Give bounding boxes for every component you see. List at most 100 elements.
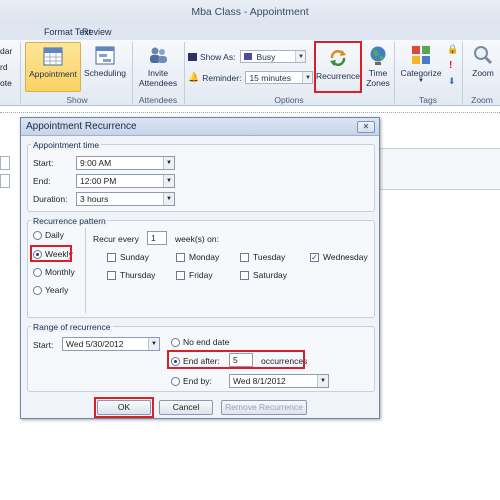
background-field-2 — [0, 174, 10, 188]
high-importance-icon[interactable]: ! — [449, 60, 452, 71]
checkmark-icon: ✓ — [310, 252, 319, 262]
chevron-down-icon: ▼ — [302, 72, 313, 83]
close-button[interactable]: ✕ — [357, 121, 375, 133]
low-importance-icon[interactable]: ⬇ — [448, 76, 456, 87]
daily-radio[interactable]: Daily — [33, 230, 64, 240]
range-start-value: Wed 5/30/2012 — [66, 339, 124, 349]
yearly-label: Yearly — [45, 285, 69, 295]
appointment-button[interactable]: Appointment — [25, 42, 81, 92]
saturday-checkbox[interactable]: Saturday — [240, 270, 287, 280]
range-start-label: Start: — [33, 340, 54, 350]
cancel-label: Cancel — [172, 402, 200, 412]
categorize-icon — [412, 46, 430, 64]
options-group-label: Options — [274, 95, 304, 105]
monday-checkbox[interactable]: Monday — [176, 252, 219, 262]
tags-group-label: Tags — [419, 95, 437, 105]
invite-label-line1: Invite — [147, 68, 169, 78]
dialog-title-bar: Appointment Recurrence ✕ — [21, 118, 379, 136]
end-by-dropdown[interactable]: Wed 8/1/2012 ▼ — [229, 374, 329, 388]
radio-dot — [33, 285, 42, 295]
reminder-value: 15 minutes — [249, 72, 292, 83]
scheduling-icon — [95, 46, 115, 65]
time-zones-line2: Zones — [366, 78, 390, 88]
range-of-recurrence-label: Range of recurrence — [31, 322, 113, 332]
group-separator — [184, 42, 185, 104]
window-title: Mba Class - Appointment — [191, 6, 309, 18]
zoom-label: Zoom — [472, 68, 494, 78]
invite-label-line2: Attendees — [138, 78, 178, 88]
show-as-row: Show As: Busy ▼ — [188, 50, 307, 63]
monthly-label: Monthly — [45, 267, 75, 277]
sunday-label: Sunday — [120, 252, 149, 262]
background-form-bar — [380, 148, 500, 190]
wednesday-checkbox[interactable]: ✓ Wednesday — [310, 252, 368, 262]
scheduling-button[interactable]: Scheduling — [82, 42, 128, 92]
recurrence-pattern-label: Recurrence pattern — [31, 216, 108, 226]
window-title-bar: Mba Class - Appointment — [0, 0, 500, 24]
tuesday-label: Tuesday — [253, 252, 286, 262]
no-end-date-label: No end date — [183, 337, 230, 347]
start-time-value: 9:00 AM — [80, 158, 112, 168]
start-time-dropdown[interactable]: 9:00 AM ▼ — [76, 156, 175, 170]
cancel-button[interactable]: Cancel — [159, 400, 213, 415]
end-time-dropdown[interactable]: 12:00 PM ▼ — [76, 174, 175, 188]
zoom-button[interactable]: Zoom — [468, 42, 498, 92]
tuesday-checkbox[interactable]: Tuesday — [240, 252, 285, 262]
cut-label-1: dar — [0, 46, 13, 56]
chevron-down-icon: ▼ — [317, 375, 328, 387]
lock-icon[interactable]: 🔒 — [447, 44, 458, 55]
monthly-radio[interactable]: Monthly — [33, 267, 75, 277]
wednesday-label: Wednesday — [323, 252, 368, 262]
recurrence-label: Recurrence — [316, 71, 360, 81]
reminder-row: 🔔 Reminder: 15 minutes ▼ — [188, 71, 314, 84]
calendar-icon — [43, 47, 63, 66]
no-end-date-radio[interactable]: No end date — [171, 337, 229, 347]
people-icon — [150, 47, 167, 63]
duration-label: Duration: — [33, 194, 68, 204]
reminder-label: Reminder: — [202, 72, 242, 83]
zoom-group-label: Zoom — [471, 95, 493, 105]
radio-dot — [171, 376, 180, 386]
sunday-checkbox[interactable]: Sunday — [107, 252, 149, 262]
range-start-dropdown[interactable]: Wed 5/30/2012 ▼ — [62, 337, 160, 351]
end-by-label: End by: — [183, 376, 212, 386]
group-separator — [20, 42, 21, 104]
tab-review[interactable]: Review — [82, 27, 112, 37]
radio-dot — [171, 337, 180, 347]
duration-dropdown[interactable]: 3 hours ▼ — [76, 192, 175, 206]
remove-recurrence-button[interactable]: Remove Recurrence — [221, 400, 307, 415]
chevron-down-icon: ▼ — [148, 338, 159, 350]
time-zones-button[interactable]: Time Zones — [364, 42, 392, 92]
end-by-radio[interactable]: End by: — [171, 376, 212, 386]
busy-swatch-icon — [244, 53, 253, 60]
start-time-label: Start: — [33, 158, 54, 168]
reminder-dropdown[interactable]: 15 minutes ▼ — [245, 71, 314, 84]
cut-label-2: rd — [0, 62, 8, 72]
checkbox-box — [107, 252, 116, 262]
weekly-highlight-box — [30, 245, 72, 262]
yearly-radio[interactable]: Yearly — [33, 285, 68, 295]
checkbox-box — [240, 252, 249, 262]
thursday-checkbox[interactable]: Thursday — [107, 270, 155, 280]
show-group-label: Show — [66, 95, 88, 105]
ribbon: dar rd ote Appointment Scheduling Show I… — [0, 40, 500, 106]
friday-checkbox[interactable]: Friday — [176, 270, 213, 280]
attendees-group-label: Attendees — [138, 95, 178, 105]
chevron-down-icon: ▼ — [295, 51, 306, 62]
cut-label-3: ote — [0, 78, 12, 88]
close-icon: ✕ — [362, 122, 370, 131]
thursday-label: Thursday — [120, 270, 156, 280]
ok-highlight-box — [94, 397, 154, 418]
recurrence-button[interactable]: Recurrence — [314, 41, 362, 93]
recur-every-input[interactable]: 1 — [147, 231, 167, 245]
show-as-dropdown[interactable]: Busy ▼ — [240, 50, 307, 63]
categorize-button[interactable]: Categorize ▼ — [398, 42, 444, 92]
magnifier-icon — [474, 46, 493, 65]
scheduling-label: Scheduling — [83, 68, 127, 78]
daily-label: Daily — [45, 230, 64, 240]
remove-recurrence-label: Remove Recurrence — [225, 402, 303, 412]
weeks-on-label: week(s) on: — [175, 234, 219, 244]
invite-attendees-button[interactable]: Invite Attendees — [136, 42, 180, 92]
ribbon-tabs: Format Text Review — [0, 24, 500, 40]
checkbox-box — [240, 270, 249, 280]
